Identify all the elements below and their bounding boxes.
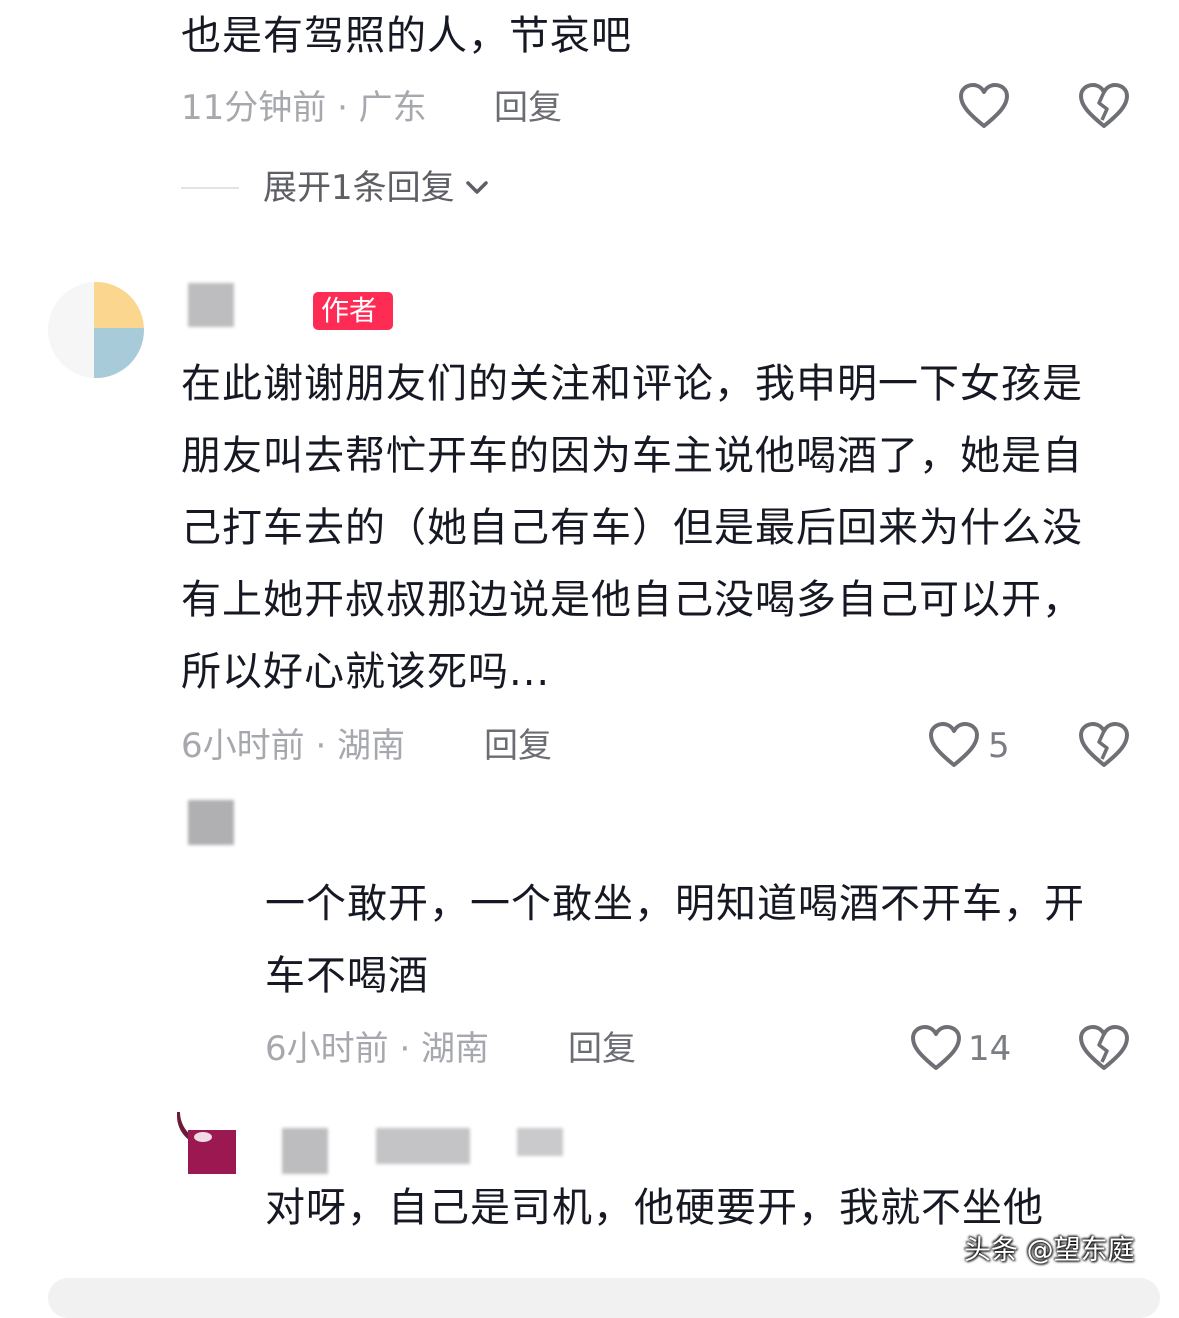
comment-1-text: 也是有驾照的人，节哀吧	[181, 13, 632, 59]
comment-1-reply-button[interactable]: 回复	[494, 88, 562, 128]
reply-1-text: 一个敢开，一个敢坐，明知道喝酒不开车，开车不喝酒	[265, 881, 1085, 999]
avatar[interactable]	[180, 1108, 236, 1174]
heart-icon[interactable]	[928, 721, 980, 769]
avatar[interactable]	[188, 800, 234, 845]
broken-heart-icon[interactable]	[1078, 82, 1130, 130]
user-tag	[517, 1128, 563, 1156]
heart-icon[interactable]	[910, 1024, 962, 1072]
watermark: 头条 @望东庭	[964, 1235, 1135, 1266]
username[interactable]	[282, 1128, 328, 1174]
broken-heart-icon[interactable]	[1078, 1024, 1130, 1072]
comment-input-bar[interactable]	[48, 1278, 1160, 1318]
broken-heart-icon[interactable]	[1078, 721, 1130, 769]
comment-2-text: 在此谢谢朋友们的关注和评论，我申明一下女孩是朋友叫去帮忙开车的因为车主说他喝酒了…	[181, 361, 1083, 695]
heart-icon[interactable]	[958, 82, 1010, 130]
author-badge: 作者	[313, 292, 393, 330]
comment-2-reply-button[interactable]: 回复	[484, 726, 552, 766]
expand-replies-label: 展开1条回复	[263, 168, 455, 208]
chevron-down-icon	[465, 180, 489, 196]
reply-1-meta: 6小时前 · 湖南	[265, 1029, 490, 1069]
like-count: 14	[968, 1029, 1012, 1069]
user-tag	[376, 1128, 470, 1164]
reply-1-reply-button[interactable]: 回复	[568, 1029, 636, 1069]
avatar[interactable]	[48, 282, 144, 378]
username[interactable]	[188, 283, 234, 327]
expand-replies-button[interactable]: 展开1条回复	[263, 168, 489, 208]
like-count: 5	[988, 726, 1010, 766]
comment-1-meta: 11分钟前 · 广东	[181, 88, 427, 128]
expand-divider	[181, 187, 239, 189]
comment-2-meta: 6小时前 · 湖南	[181, 726, 406, 766]
